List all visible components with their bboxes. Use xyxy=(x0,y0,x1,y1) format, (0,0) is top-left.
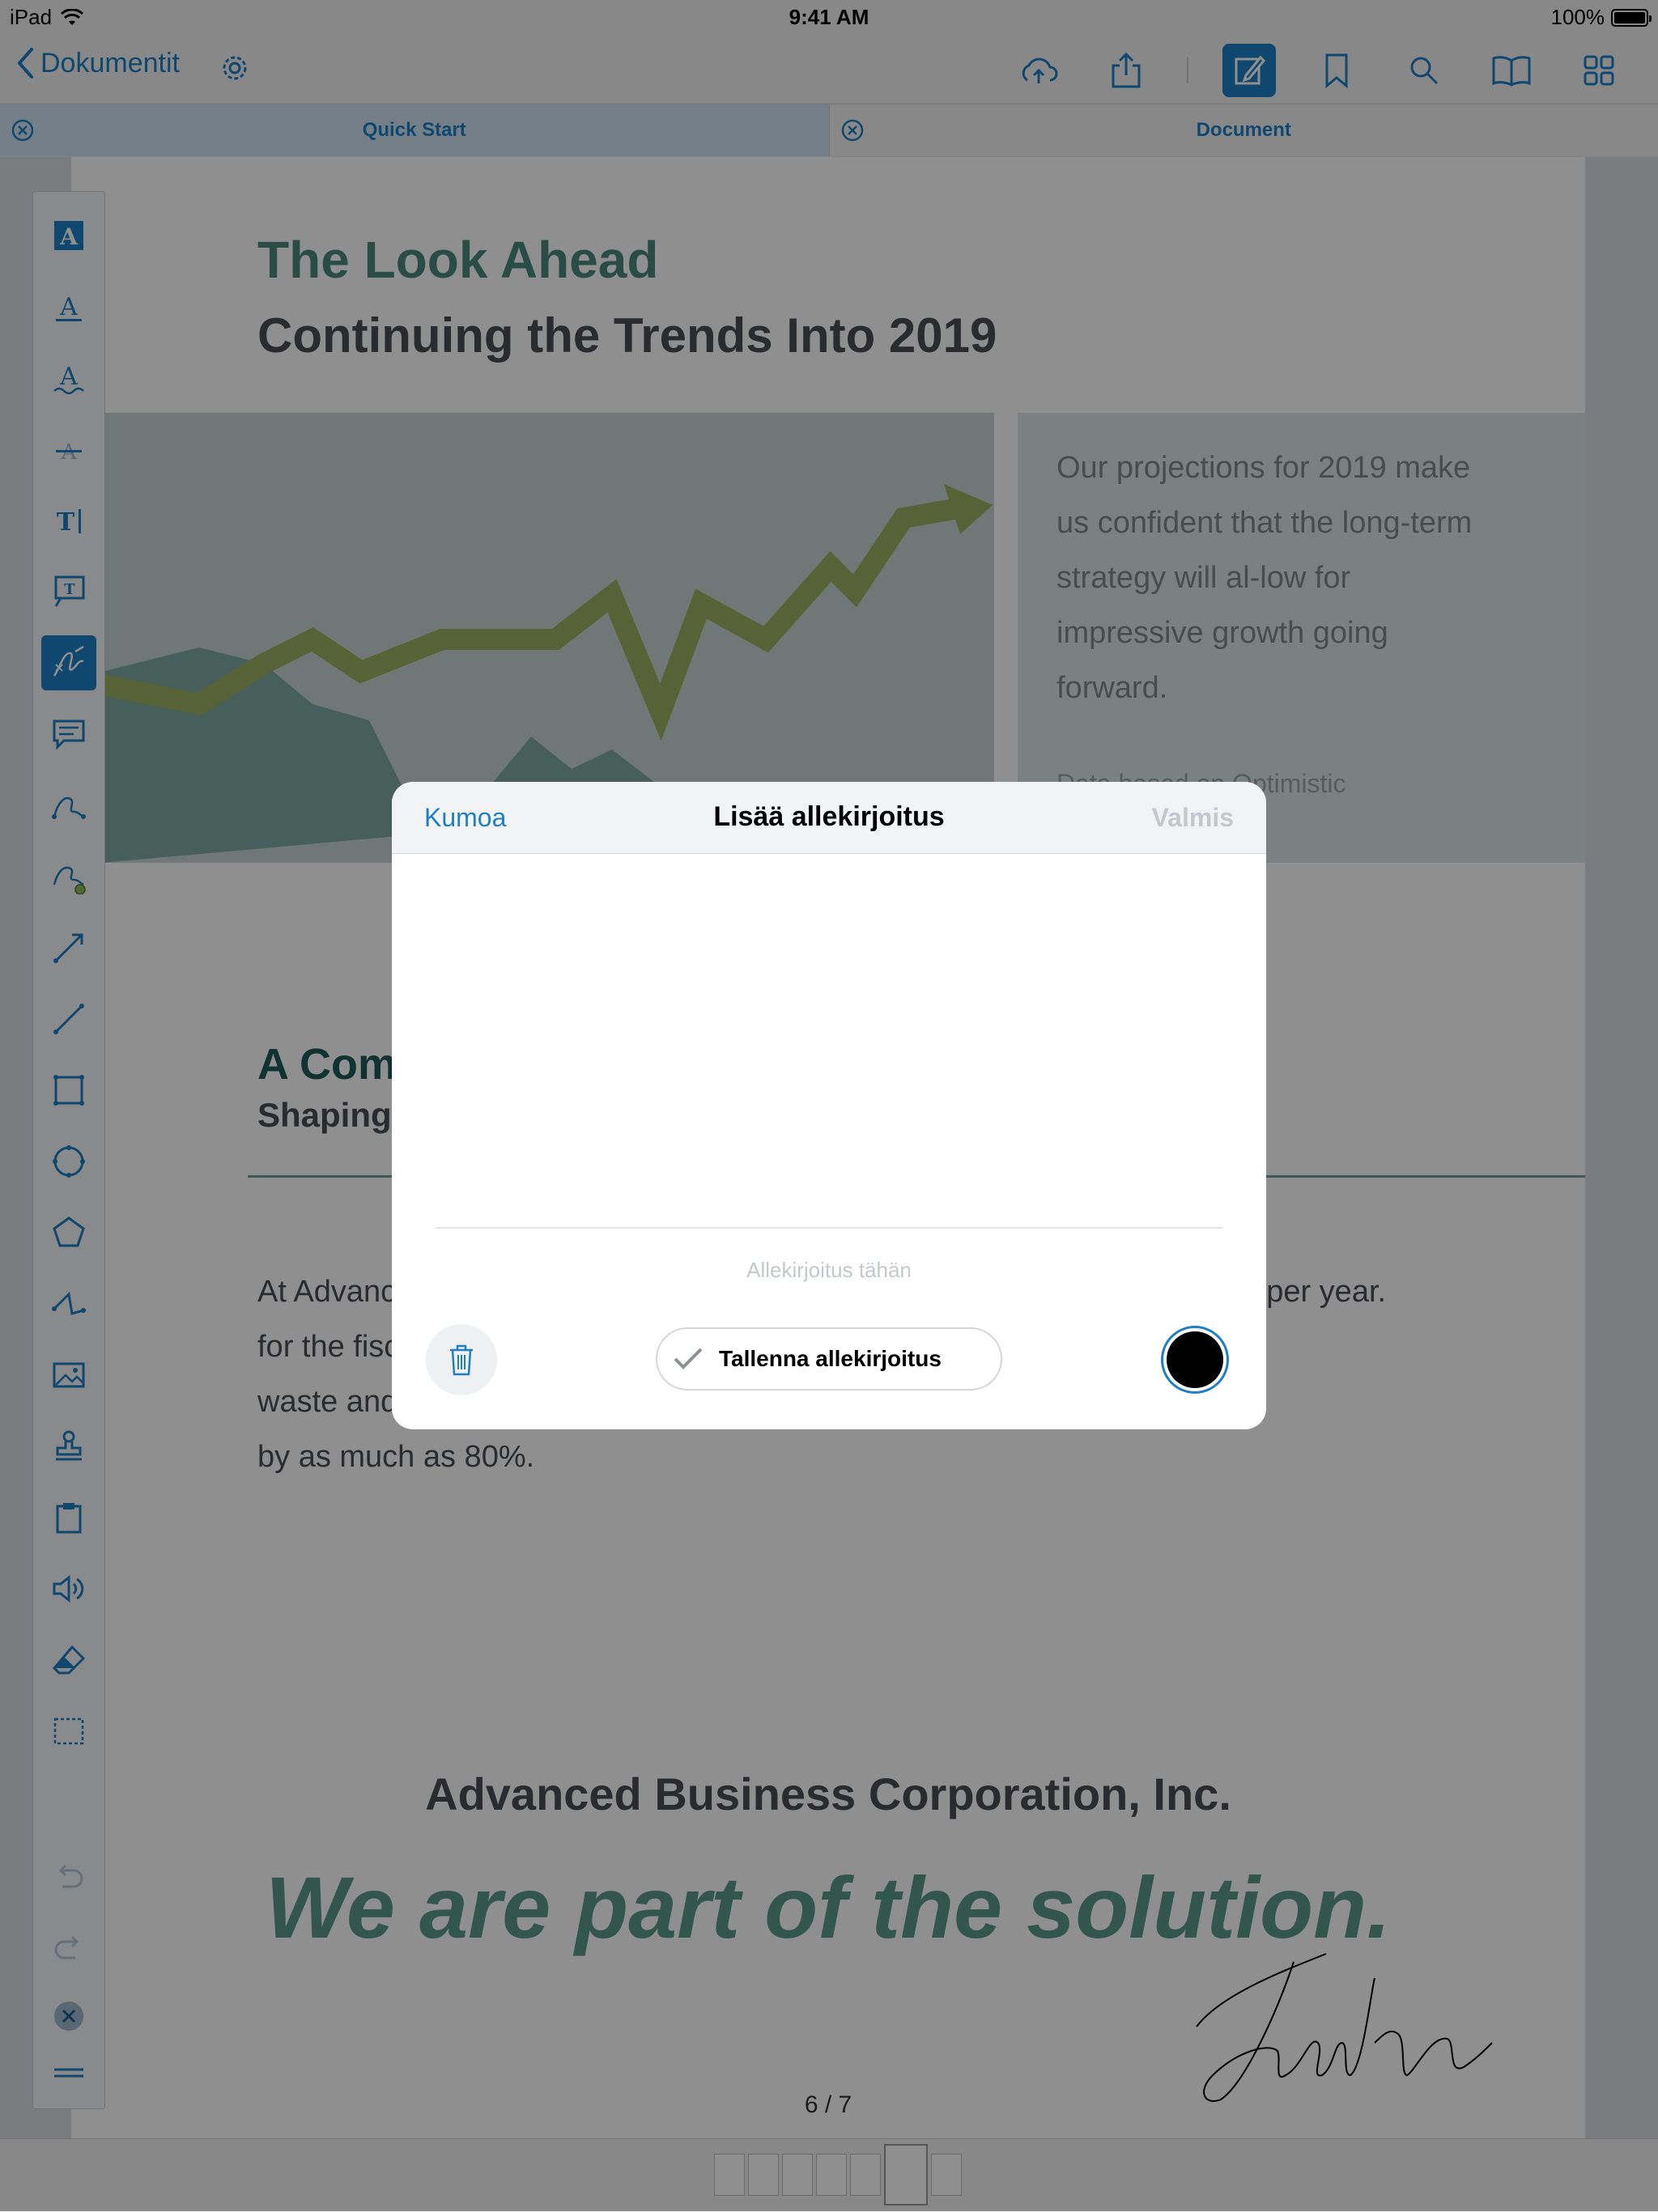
save-signature-toggle[interactable]: Tallenna allekirjoitus xyxy=(656,1327,1002,1390)
signature-hint: Allekirjoitus tähän xyxy=(392,1258,1266,1283)
save-signature-label: Tallenna allekirjoitus xyxy=(719,1346,942,1372)
ink-color-button[interactable] xyxy=(1161,1326,1229,1394)
ink-color-swatch xyxy=(1167,1331,1223,1388)
add-signature-dialog: Kumoa Lisää allekirjoitus Valmis Allekir… xyxy=(392,782,1266,1429)
signature-baseline xyxy=(436,1227,1222,1229)
dialog-title: Lisää allekirjoitus xyxy=(392,801,1266,833)
clear-signature-button[interactable] xyxy=(426,1324,497,1395)
dialog-header: Kumoa Lisää allekirjoitus Valmis xyxy=(392,782,1266,854)
checkmark-icon xyxy=(672,1346,704,1372)
trash-icon xyxy=(445,1342,478,1378)
signature-canvas[interactable] xyxy=(392,854,1266,1202)
done-button[interactable]: Valmis xyxy=(1152,803,1234,833)
